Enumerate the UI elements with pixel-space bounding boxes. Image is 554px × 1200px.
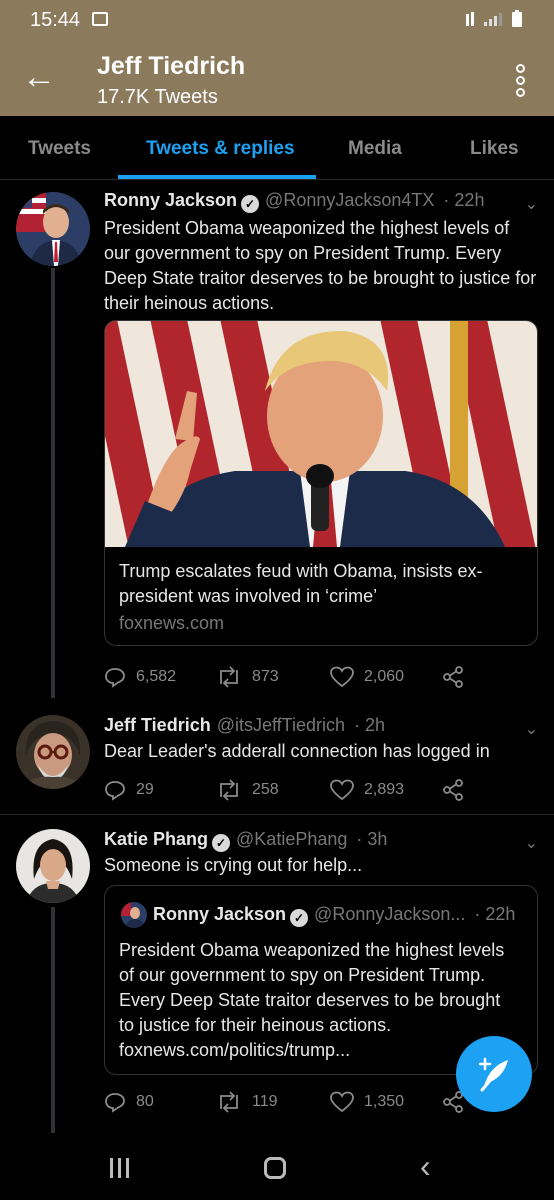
status-bar: 15:44 (0, 0, 554, 44)
tweet[interactable]: Ronny Jackson ✓ @RonnyJackson4TX · 22h ⌄ P… (0, 180, 554, 705)
retweet-count: 873 (252, 668, 279, 685)
tweet-count: 17.7K Tweets (97, 86, 218, 108)
reply-count: 6,582 (136, 668, 177, 685)
share-icon (443, 666, 463, 688)
author-handle: @KatiePhang (236, 829, 348, 849)
tweet-time: · 3h (356, 829, 388, 849)
system-nav-bar: ‹ (0, 1138, 554, 1200)
verified-badge-icon: ✓ (241, 195, 260, 213)
like-count: 1,350 (364, 1093, 405, 1110)
tab-tweets[interactable]: Tweets (28, 138, 91, 160)
card-title: Trump escalates feud with Obama, insists… (119, 561, 483, 606)
quoted-tweet-time: · 22h (474, 904, 516, 924)
like-count: 2,060 (364, 668, 405, 685)
tweet-actions: 80 119 1,350 (104, 1087, 504, 1117)
heart-icon (330, 779, 354, 801)
system-icons (466, 10, 526, 33)
card-image (105, 321, 537, 547)
tab-media[interactable]: Media (348, 138, 402, 160)
verified-badge-icon: ✓ (290, 909, 309, 927)
gallery-notification-icon (92, 12, 108, 26)
tweet-time: · 2h (354, 715, 386, 735)
retweet-button[interactable]: 258 (216, 775, 279, 805)
reply-count: 80 (136, 1093, 154, 1110)
tweet-actions: 6,582 873 2,060 (104, 662, 504, 692)
chevron-down-icon[interactable]: ⌄ (525, 719, 538, 739)
avatar[interactable] (16, 715, 90, 789)
like-button[interactable]: 2,893 (330, 775, 404, 805)
avatar[interactable] (16, 829, 90, 903)
tweet-text: Someone is crying out for help... (104, 855, 363, 875)
back-chevron-icon[interactable]: ‹ (420, 1148, 431, 1185)
author-name: Katie Phang (104, 829, 209, 849)
quoted-author: Ronny Jackson ✓ @RonnyJackson... · 22h (153, 904, 515, 927)
reply-icon (105, 668, 125, 688)
chevron-down-icon[interactable]: ⌄ (525, 833, 538, 853)
reply-count: 29 (136, 781, 154, 798)
compose-tweet-icon (478, 1057, 508, 1092)
tweet-text: Dear Leader's adderall connection has lo… (104, 741, 490, 761)
card-domain: foxnews.com (119, 613, 225, 633)
reply-button[interactable]: 80 (104, 1087, 154, 1117)
heart-icon (330, 1091, 354, 1113)
retweet-icon (220, 779, 238, 801)
back-arrow-icon[interactable]: ← (22, 60, 56, 94)
retweet-count: 119 (252, 1093, 278, 1110)
tweet-time: · 22h (443, 190, 485, 210)
reply-icon (105, 781, 125, 801)
share-button[interactable] (442, 775, 464, 805)
more-options-icon[interactable] (516, 64, 526, 100)
avatar[interactable] (16, 192, 90, 266)
retweet-icon (220, 1091, 238, 1113)
quoted-author-handle: @RonnyJackson... (314, 904, 466, 924)
tab-likes[interactable]: Likes (470, 138, 519, 160)
tweet-author[interactable]: Ronny Jackson ✓ @RonnyJackson4TX · 22h (104, 190, 484, 213)
link-card[interactable]: Trump escalates feud with Obama, insists… (104, 320, 538, 646)
verified-badge-icon: ✓ (212, 834, 231, 852)
share-icon (443, 779, 463, 801)
active-tab-indicator (118, 175, 316, 179)
tab-tweets-and-replies[interactable]: Tweets & replies (146, 138, 295, 160)
reply-button[interactable]: 29 (104, 775, 154, 805)
retweet-button[interactable]: 119 (216, 1087, 278, 1117)
reply-button[interactable]: 6,582 (104, 662, 176, 692)
recent-apps-icon[interactable] (110, 1158, 132, 1178)
retweet-button[interactable]: 873 (216, 662, 279, 692)
reply-icon (105, 1093, 125, 1113)
like-count: 2,893 (364, 781, 405, 798)
compose-tweet-button[interactable] (456, 1036, 532, 1112)
quoted-avatar (121, 902, 147, 928)
profile-tabs: Tweets Tweets & replies Media Likes (0, 116, 554, 180)
signal-icon (466, 10, 522, 27)
retweet-count: 258 (252, 781, 279, 798)
tweet-actions: 29 258 2,893 (104, 775, 504, 805)
like-button[interactable]: 1,350 (330, 1087, 404, 1117)
quoted-author-name: Ronny Jackson (153, 904, 287, 924)
tweet[interactable]: Jeff Tiedrich @itsJeffTiedrich · 2h ⌄ Dea… (0, 705, 554, 813)
chevron-down-icon[interactable]: ⌄ (525, 194, 538, 214)
heart-icon (330, 666, 354, 688)
home-icon[interactable] (264, 1157, 286, 1179)
thread-connector (51, 268, 55, 698)
profile-name: Jeff Tiedrich (97, 52, 246, 80)
tweet-author[interactable]: Jeff Tiedrich @itsJeffTiedrich · 2h (104, 715, 385, 736)
author-name: Ronny Jackson (104, 190, 238, 210)
profile-header: ← Jeff Tiedrich 17.7K Tweets (0, 44, 554, 116)
tweet-author[interactable]: Katie Phang ✓ @KatiePhang · 3h (104, 829, 387, 852)
author-handle: @itsJeffTiedrich (216, 715, 346, 735)
status-time: 15:44 (30, 9, 81, 31)
retweet-icon (220, 666, 238, 688)
like-button[interactable]: 2,060 (330, 662, 404, 692)
author-name: Jeff Tiedrich (104, 715, 211, 735)
share-button[interactable] (442, 662, 464, 692)
author-handle: @RonnyJackson4TX (265, 190, 435, 210)
tweet-text: President Obama weaponized the highest l… (104, 218, 537, 313)
thread-connector (51, 907, 55, 1133)
